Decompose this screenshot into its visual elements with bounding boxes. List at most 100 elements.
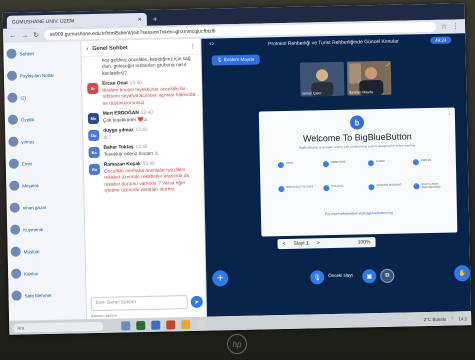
reload-icon[interactable]: ↻ [33, 31, 39, 39]
taskbar-app-icon[interactable] [136, 320, 146, 330]
next-slide-button[interactable]: > [317, 240, 320, 246]
feature-label: POLLING [331, 183, 344, 189]
taskbar-search[interactable]: Ara [13, 321, 104, 333]
avatar [11, 268, 22, 279]
presenter-name: İbrahim Mayda [223, 56, 255, 63]
user-list-item[interactable]: Emni [6, 151, 83, 175]
weather-text[interactable]: 2°C Bulutlu [424, 316, 447, 321]
user-list-item[interactable]: Safa Mehmet [8, 283, 85, 307]
camera-icon: ▣ [366, 273, 373, 280]
taskbar-apps [121, 319, 206, 330]
slide-pager: < Slayt 1 > 100% [277, 237, 376, 250]
chat-message-body: Mert ERDOĞAN 13:40 Çok teşekkürler ❤️⚠ [103, 111, 153, 125]
chat-message: Du duygu yılmaz 13:40 ⚠♡ [88, 127, 197, 142]
bigbluebutton-logo: b [349, 115, 365, 130]
chat-input[interactable]: Bahi Genel Sohbet [90, 295, 188, 312]
presentation-area: ‹› Protokol Rehberliği ve Turist Rehberl… [201, 33, 472, 317]
webcam-label: İsmail Çakır [302, 91, 322, 96]
raise-hand-icon: ✋ [458, 270, 467, 277]
avatar: Me [87, 113, 100, 125]
user-list-item[interactable]: nihan gazar [7, 195, 84, 219]
chat-timestamp: 13:40 [142, 161, 155, 168]
new-tab-icon[interactable]: + [153, 15, 158, 24]
slide-options-icon[interactable]: ⋮ [447, 110, 452, 116]
taskbar-app-icon[interactable] [121, 320, 131, 330]
user-list-item[interactable]: Müslüm [7, 239, 84, 263]
wifi-icon[interactable]: ⌔ [450, 315, 454, 321]
user-list-item[interactable]: yılmaz [5, 129, 82, 153]
webcam-button[interactable]: ▣ [362, 269, 377, 284]
avatar [10, 246, 21, 257]
close-icon[interactable]: ✕ [138, 16, 142, 22]
menu-icon[interactable]: ⋮ [452, 22, 459, 30]
screen-icon: ⧉ [385, 272, 390, 279]
feature-icon [367, 160, 374, 167]
chat-message: hoş geldiniz öncelikle. katıldığınız içi… [86, 57, 196, 79]
user-list-item[interactable]: (2) [4, 85, 81, 109]
screenshare-button[interactable]: ⧉ [380, 268, 395, 284]
presenter-badge: 🎙 İbrahim Mayda [211, 54, 260, 66]
meeting-title: Protokol Rehberliği ve Turist Rehberliği… [268, 38, 399, 48]
chat-message-text: ⚠♡ [103, 135, 112, 141]
chat-message: Ba Bahar Toktaş 13:40 Teşekkür ederiz hocam… [88, 144, 197, 159]
avatar [86, 59, 98, 72]
chrome-icon[interactable] [196, 319, 206, 329]
chat-author: Mert ERDOĞAN [102, 111, 139, 118]
collapse-panel-icon[interactable]: ‹› [209, 40, 214, 47]
user-list-item[interactable]: Kanbur [8, 261, 85, 285]
user-list-item[interactable]: Özellik [5, 107, 82, 131]
user-list-item[interactable]: Paylaşılan Notlar [4, 63, 81, 87]
user-list-label: Safa Mehmet [24, 292, 52, 298]
slide-number[interactable]: Slayt 1 [293, 241, 308, 247]
avatar [7, 114, 19, 125]
url-text: ss909.gumushane.edu.tr/html5client/join?… [49, 28, 216, 38]
user-list-label: Kuymenik [23, 226, 44, 232]
taskbar-app-icon[interactable] [151, 320, 161, 330]
slide-footer-prefix: For more information visit [325, 211, 365, 217]
recording-indicator[interactable]: 49:24 [430, 36, 452, 44]
slide-feature: WEBCAMS [322, 159, 359, 174]
user-list-label: Kanbur [24, 270, 39, 276]
clock-text[interactable]: 14:1 [458, 316, 467, 321]
prev-slide-button[interactable]: < [283, 241, 286, 247]
user-list-label: Meşelek [22, 182, 40, 188]
send-button[interactable]: ➤ [190, 295, 203, 308]
avatar [9, 180, 20, 191]
slide-link[interactable]: bigbluebutton.org [366, 211, 393, 216]
zoom-level[interactable]: 100% [358, 239, 371, 245]
avatar: Du [88, 130, 100, 142]
taskbar-app-icon[interactable] [166, 319, 176, 330]
fullscreen-icon[interactable]: ⤢ [387, 62, 390, 67]
feature-icon [322, 161, 329, 168]
user-list-item[interactable]: Kuymenik [7, 217, 84, 241]
reactions-button[interactable]: ✋ [454, 265, 471, 282]
webcam-tile[interactable]: İbrahim Mayda ⤢ [346, 60, 392, 96]
actions-plus-button[interactable]: + [212, 270, 229, 287]
chat-messages: hoş geldiniz öncelikle. katıldığınız içi… [82, 55, 204, 202]
forward-icon[interactable]: → [21, 32, 28, 39]
microphone-button[interactable]: 🎙 [310, 270, 325, 285]
feature-label: MULTI-USER WHITEBOARD [421, 181, 441, 190]
avatar [8, 158, 19, 169]
feature-label: WEBCAMS [330, 159, 346, 165]
user-list-item[interactable]: Sohbet [3, 41, 80, 65]
avatar: Ra [88, 163, 101, 176]
chat-message-header: duygu yılmaz 13:40 [103, 128, 148, 135]
chevron-left-icon[interactable]: ‹ [86, 46, 88, 52]
avatar [6, 70, 18, 81]
back-icon[interactable]: ← [9, 32, 16, 39]
bbb-app: Sohbet Paylaşılan Notlar (2) Özellik yılmaz E… [3, 33, 472, 321]
slide-feature: AUDIO [367, 159, 404, 174]
user-list-label: nihan gazar [22, 204, 47, 210]
chat-message-text: Çok teşekkürler ❤️⚠ [102, 117, 148, 124]
extensions-icon[interactable]: ☆ [441, 23, 447, 31]
feature-icon [412, 159, 419, 166]
user-list-label: (2) [20, 94, 27, 101]
chat-title: Genel Sohbet [92, 44, 128, 52]
taskbar-app-icon[interactable] [181, 319, 191, 329]
tab-title: GUMUSHANE UNIV. UZEM [11, 17, 75, 26]
more-icon[interactable]: ⋮ [190, 43, 196, 49]
chat-input-placeholder: Bahi Genel Sohbet [95, 300, 137, 306]
webcam-tile[interactable]: İsmail Çakır [299, 61, 345, 97]
user-list-item[interactable]: Meşelek [6, 173, 83, 197]
